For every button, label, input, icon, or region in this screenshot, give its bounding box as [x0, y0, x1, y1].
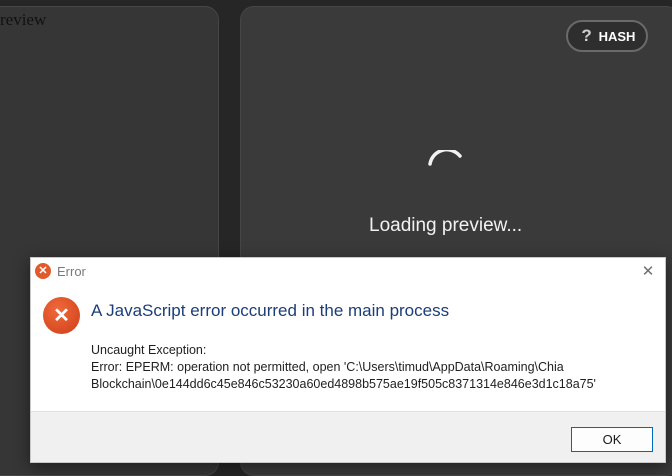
left-preview-label: review — [0, 10, 47, 29]
error-icon: ✕ — [43, 297, 80, 334]
body-line: Uncaught Exception: — [91, 343, 207, 357]
hash-button[interactable]: ? HASH — [566, 20, 648, 52]
body-line: Error: EPERM: operation not permitted, o… — [91, 360, 564, 374]
error-dialog: ✕ Error ✕ ✕ A JavaScript error occurred … — [30, 257, 666, 463]
body-line: Blockchain\0e144dd6c45e846c53230a60ed489… — [91, 377, 596, 391]
error-icon-small: ✕ — [35, 263, 51, 279]
loading-spinner-icon — [428, 150, 462, 166]
ok-button[interactable]: OK — [571, 427, 653, 452]
dialog-titlebar: ✕ Error ✕ — [31, 258, 665, 284]
dialog-main-instruction: A JavaScript error occurred in the main … — [91, 301, 450, 320]
close-button[interactable]: ✕ — [637, 261, 659, 281]
loading-text: Loading preview... — [369, 215, 523, 236]
dialog-title: Error — [57, 264, 86, 279]
dialog-footer: OK — [31, 411, 665, 462]
dialog-body: Uncaught Exception: Error: EPERM: operat… — [91, 342, 661, 393]
question-icon: ? — [581, 26, 592, 45]
hash-button-label: HASH — [598, 28, 636, 44]
